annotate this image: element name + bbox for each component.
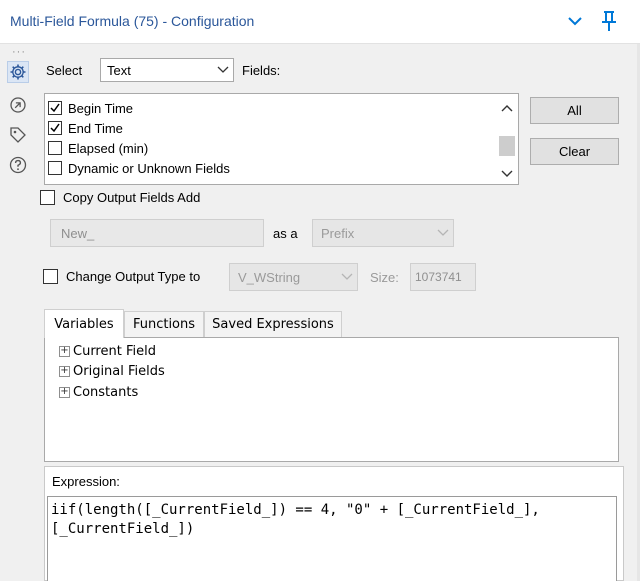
chevron-down-icon — [213, 59, 233, 81]
chevron-down-icon — [337, 264, 357, 290]
pin-icon[interactable] — [598, 9, 620, 33]
chevron-down-icon — [433, 220, 453, 246]
expand-icon[interactable]: + — [59, 386, 70, 398]
field-checkbox[interactable] — [48, 101, 62, 115]
expression-text: iif(length([_CurrentField_]) == 4, "0" +… — [51, 502, 540, 537]
field-label: Elapsed (min) — [68, 140, 149, 156]
position-select-value: Prefix — [321, 225, 355, 241]
expand-icon[interactable]: + — [59, 365, 70, 377]
select-label: Select — [46, 63, 83, 78]
as-a-label: as a — [273, 226, 298, 241]
tree-item-label: Constants — [73, 384, 139, 400]
scroll-up-icon[interactable] — [501, 100, 513, 115]
expression-label: Expression: — [52, 474, 120, 489]
field-checkbox[interactable] — [48, 161, 62, 175]
output-type-select[interactable]: V_WString — [229, 263, 358, 291]
field-item[interactable]: End Time — [48, 118, 123, 138]
change-type-option[interactable]: Change Output Type to — [43, 269, 200, 284]
all-button[interactable]: All — [530, 97, 619, 124]
help-icon[interactable] — [7, 154, 29, 176]
tree-item[interactable]: + Constants — [59, 382, 138, 402]
expand-icon[interactable]: + — [59, 345, 70, 357]
output-type-value: V_WString — [238, 269, 301, 285]
change-type-label: Change Output Type to — [66, 269, 201, 284]
tag-icon[interactable] — [7, 124, 29, 146]
field-list-scrollbar[interactable] — [496, 94, 518, 184]
tree-item-label: Current Field — [73, 343, 156, 359]
arrows-icon[interactable] — [7, 94, 29, 116]
field-label: End Time — [68, 120, 123, 136]
tab-variables[interactable]: Variables — [44, 309, 124, 338]
copy-output-option[interactable]: Copy Output Fields Add — [40, 190, 200, 205]
expression-editor[interactable]: iif(length([_CurrentField_]) == 4, "0" +… — [47, 496, 617, 581]
copy-output-name-input[interactable]: New_ — [50, 219, 264, 247]
tree-item[interactable]: + Current Field — [59, 341, 156, 361]
position-select[interactable]: Prefix — [312, 219, 454, 247]
tab-saved-expressions[interactable]: Saved Expressions — [204, 311, 342, 337]
field-item[interactable]: Dynamic or Unknown Fields — [48, 158, 230, 178]
change-type-checkbox[interactable] — [43, 269, 58, 284]
copy-output-checkbox[interactable] — [40, 190, 55, 205]
clear-button[interactable]: Clear — [530, 138, 619, 165]
size-input[interactable]: 1073741 — [410, 263, 476, 291]
gear-icon[interactable] — [7, 61, 29, 83]
tree-item-label: Original Fields — [73, 363, 165, 379]
scrollbar-thumb[interactable] — [499, 136, 515, 156]
tree-item[interactable]: + Original Fields — [59, 361, 165, 381]
scroll-down-icon[interactable] — [501, 166, 513, 181]
chevron-down-icon[interactable] — [566, 12, 584, 30]
fields-label: Fields: — [242, 63, 281, 78]
panel-title: Multi-Field Formula (75) - Configuration — [10, 13, 255, 29]
field-item[interactable]: Elapsed (min) — [48, 138, 148, 158]
type-select-value: Text — [107, 62, 131, 78]
copy-output-label: Copy Output Fields Add — [63, 190, 201, 205]
size-label: Size: — [370, 270, 399, 285]
field-checkbox[interactable] — [48, 141, 62, 155]
field-list[interactable]: Begin Time End Time Elapsed (min) Dynami… — [44, 93, 519, 185]
field-label: Begin Time — [68, 100, 134, 116]
field-checkbox[interactable] — [48, 121, 62, 135]
variables-tree[interactable]: + Current Field + Original Fields + Cons… — [44, 337, 619, 462]
field-label: Dynamic or Unknown Fields — [68, 160, 230, 176]
type-select[interactable]: Text — [100, 58, 234, 82]
tab-functions[interactable]: Functions — [124, 311, 204, 337]
field-item[interactable]: Begin Time — [48, 98, 133, 118]
more-dots-icon[interactable]: ··· — [12, 46, 26, 58]
